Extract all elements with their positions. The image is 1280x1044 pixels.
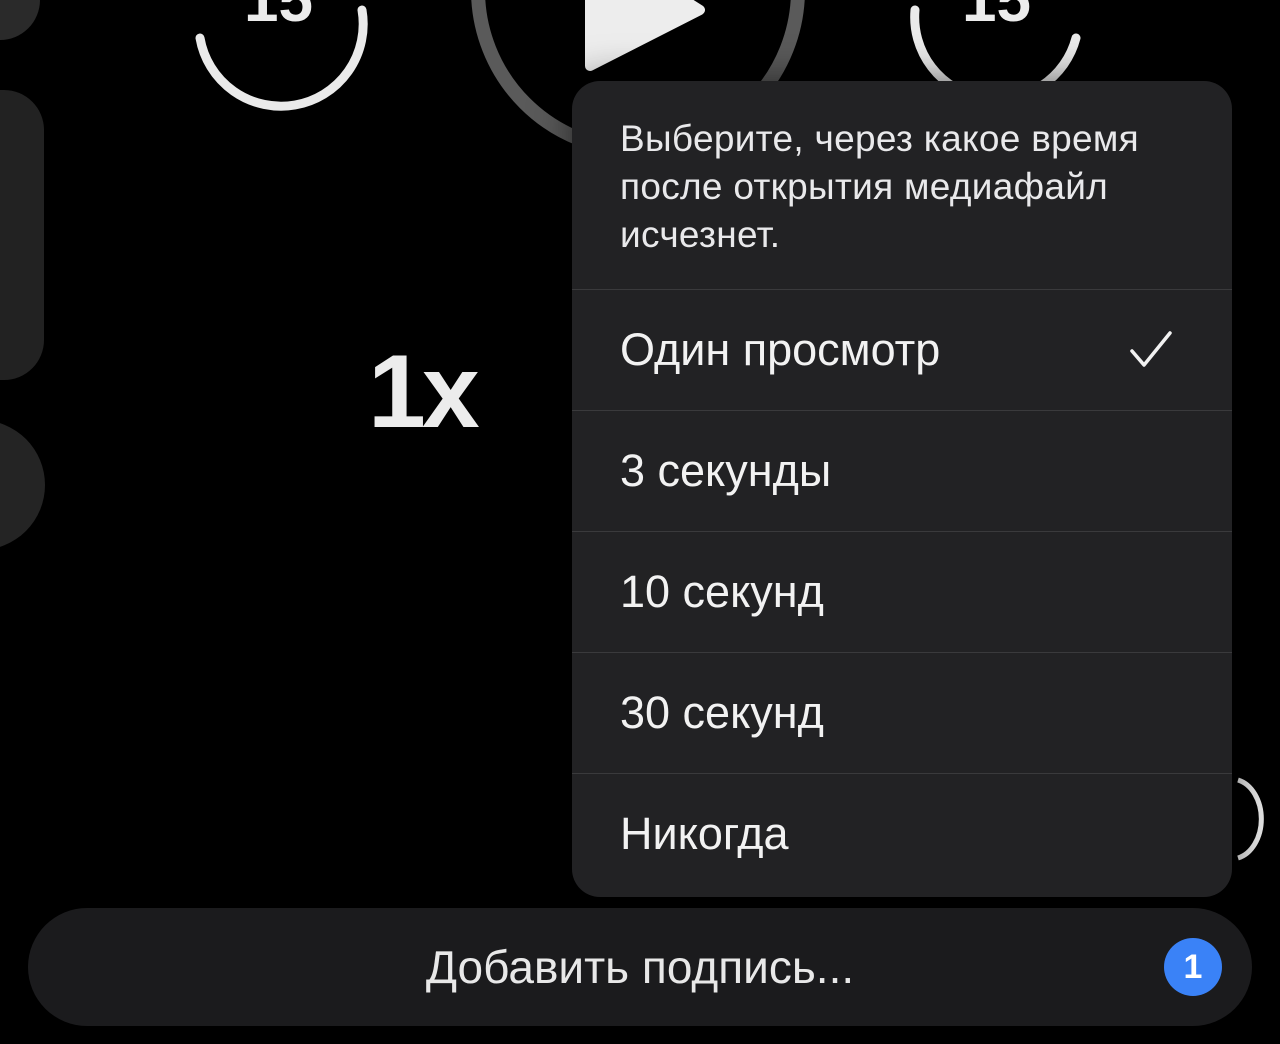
menu-item-never[interactable]: Никогда — [572, 773, 1232, 894]
left-edge-control — [0, 0, 40, 40]
view-timer-menu: Выберите, через какое время после открыт… — [572, 81, 1232, 897]
menu-item-label: Один просмотр — [620, 324, 941, 375]
menu-item-label: 30 секунд — [620, 687, 824, 738]
skip-forward-seconds: 15 — [962, 0, 1031, 35]
checkmark-icon — [1130, 331, 1172, 367]
playback-speed-button[interactable]: 1x — [368, 340, 480, 444]
menu-item-30-seconds[interactable]: 30 секунд — [572, 652, 1232, 773]
caption-input[interactable]: Добавить подпись... 1 — [28, 908, 1252, 1026]
menu-item-label: 3 секунды — [620, 445, 832, 496]
menu-item-3-seconds[interactable]: 3 секунды — [572, 410, 1232, 531]
left-edge-button — [0, 423, 45, 547]
skip-back-seconds: 15 — [244, 0, 313, 35]
media-count-badge[interactable]: 1 — [1164, 938, 1222, 996]
left-edge-slider — [0, 90, 44, 380]
caption-placeholder: Добавить подпись... — [425, 941, 855, 993]
menu-item-10-seconds[interactable]: 10 секунд — [572, 531, 1232, 652]
menu-item-label: 10 секунд — [620, 566, 824, 617]
menu-description: Выберите, через какое время после открыт… — [620, 118, 1139, 255]
screen: 15 15 1x Выберите, через какое время пос… — [0, 0, 1280, 1044]
menu-item-label: Никогда — [620, 808, 789, 859]
menu-item-view-once[interactable]: Один просмотр — [572, 289, 1232, 410]
right-edge-control — [1237, 777, 1264, 861]
